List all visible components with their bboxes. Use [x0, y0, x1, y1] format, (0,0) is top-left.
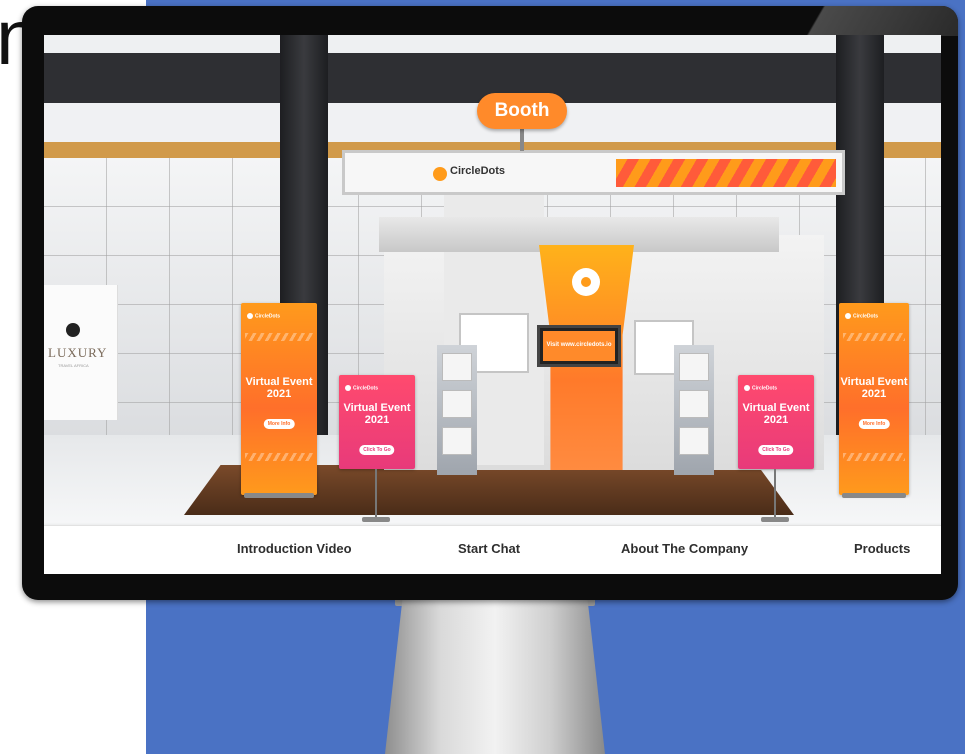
banner-event-title: Virtual Event 2021 — [245, 376, 313, 400]
booth-label[interactable]: Booth — [477, 93, 567, 129]
nav-introduction-video[interactable]: Introduction Video — [237, 541, 352, 556]
brochure-slot — [442, 427, 472, 455]
booth-canopy: CircleDots — [342, 150, 845, 195]
brochure-rack-right[interactable] — [674, 345, 714, 475]
banner-event-title: Virtual Event 2021 — [840, 376, 908, 400]
banner-tall-right[interactable]: CircleDots Virtual Event 2021 More Info — [839, 303, 909, 495]
banner-stripe — [843, 453, 905, 461]
banner-foot — [761, 517, 789, 522]
brochure-slot — [679, 390, 709, 418]
booth-label-stem — [520, 129, 524, 151]
banner-pole — [774, 469, 776, 519]
banner-stripe — [245, 333, 313, 341]
brochure-slot — [679, 427, 709, 455]
virtual-event-screen: LUXURY TRAVEL AFRICA Visit www.circledot… — [44, 35, 941, 574]
luxury-name: LUXURY — [48, 345, 108, 360]
banner-logo: CircleDots — [744, 385, 777, 391]
banner-foot — [842, 493, 906, 498]
luxury-subtitle: TRAVEL AFRICA — [58, 363, 89, 368]
banner-short-right[interactable]: CircleDots Virtual Event 2021 Click To G… — [738, 375, 814, 469]
banner-event-title: Virtual Event 2021 — [742, 402, 810, 426]
luxury-logo-icon — [66, 323, 80, 337]
banner-foot — [244, 493, 314, 498]
nav-start-chat[interactable]: Start Chat — [458, 541, 520, 556]
booth-navigation: Introduction Video Start Chat About The … — [44, 525, 941, 574]
banner-tall-left[interactable]: CircleDots Virtual Event 2021 More Info — [241, 303, 317, 495]
booth-screen-text: Visit www.circledots.io — [543, 331, 615, 361]
banner-logo: CircleDots — [845, 313, 878, 319]
luxury-sign[interactable]: LUXURY TRAVEL AFRICA — [44, 285, 118, 420]
click-to-go-button[interactable]: Click To Go — [359, 445, 395, 455]
banner-stripe — [843, 333, 905, 341]
banner-short-left[interactable]: CircleDots Virtual Event 2021 Click To G… — [339, 375, 415, 469]
nav-products[interactable]: Products — [854, 541, 910, 556]
banner-stripe — [245, 453, 313, 461]
more-info-button[interactable]: More Info — [858, 419, 890, 429]
booth-logo-icon-inner — [581, 277, 591, 287]
circledots-logo-icon — [433, 167, 447, 181]
monitor-stand — [385, 598, 605, 754]
ceiling — [44, 35, 941, 53]
brochure-slot — [679, 353, 709, 381]
canopy-company-name: CircleDots — [450, 165, 506, 177]
monitor-gloss — [758, 6, 958, 36]
banner-foot — [362, 517, 390, 522]
banner-event-title: Virtual Event 2021 — [343, 402, 411, 426]
more-info-button[interactable]: More Info — [263, 419, 295, 429]
banner-pole — [375, 469, 377, 519]
nav-about-the-company[interactable]: About The Company — [621, 541, 748, 556]
canopy-stripes — [616, 159, 836, 187]
banner-logo: CircleDots — [247, 313, 280, 319]
brochure-slot — [442, 390, 472, 418]
booth-screen[interactable]: Visit www.circledots.io — [537, 325, 621, 367]
banner-logo: CircleDots — [345, 385, 378, 391]
click-to-go-button[interactable]: Click To Go — [758, 445, 794, 455]
brochure-slot — [442, 353, 472, 381]
brochure-rack-left[interactable] — [437, 345, 477, 475]
